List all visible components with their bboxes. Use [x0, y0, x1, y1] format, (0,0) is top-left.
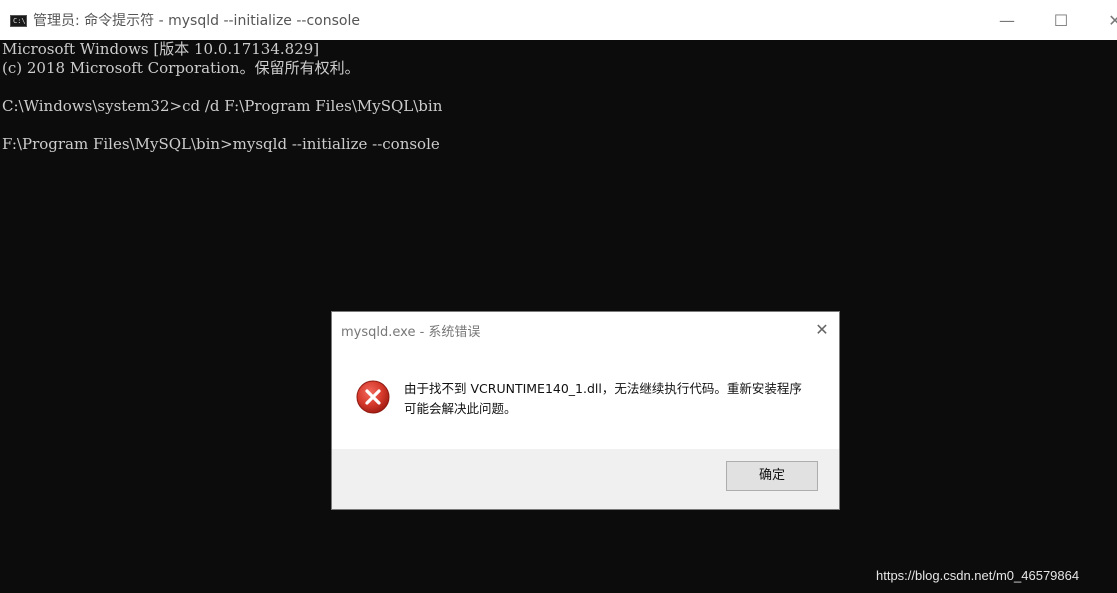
error-icon [356, 380, 390, 414]
console-line: (c) 2018 Microsoft Corporation。保留所有权利。 [2, 59, 360, 77]
window-titlebar: C:\ 管理员: 命令提示符 - mysqld --initialize --c… [0, 0, 1117, 40]
watermark-url: https://blog.csdn.net/m0_46579864 [876, 568, 1080, 583]
minimize-button[interactable]: — [984, 8, 1030, 34]
console-line: F:\Program Files\MySQL\bin>mysqld --init… [2, 135, 440, 153]
console-line: C:\Windows\system32>cd /d F:\Program Fil… [2, 97, 443, 115]
system-error-dialog: mysqld.exe - 系统错误 ✕ 由于找不到 VCRUNTIME140_1… [331, 311, 840, 510]
dialog-message: 由于找不到 VCRUNTIME140_1.dll，无法继续执行代码。重新安装程序… [404, 381, 802, 416]
window-title: 管理员: 命令提示符 - mysqld --initialize --conso… [33, 13, 360, 29]
ok-button[interactable]: 确定 [726, 461, 818, 491]
cmd-app-icon: C:\ [10, 15, 27, 27]
console-line: Microsoft Windows [版本 10.0.17134.829] [2, 40, 320, 58]
dialog-footer: 确定 [332, 449, 839, 509]
maximize-button[interactable]: ☐ [1038, 8, 1084, 34]
close-button[interactable]: ✕ [1092, 8, 1117, 34]
dialog-close-button[interactable]: ✕ [810, 318, 834, 342]
dialog-title: mysqld.exe - 系统错误 [341, 325, 481, 340]
